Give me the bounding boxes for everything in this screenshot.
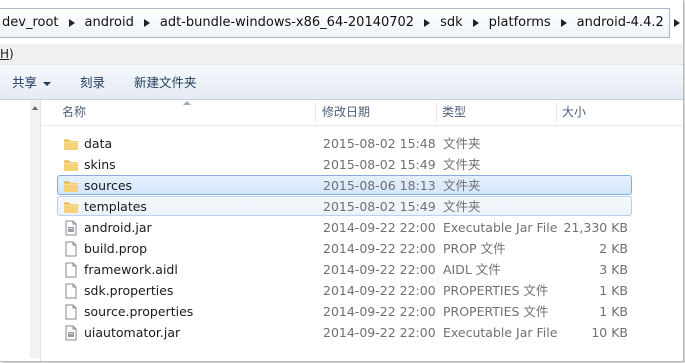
scroll-up-arrow-icon[interactable] <box>32 106 38 110</box>
folder-icon <box>63 199 79 215</box>
folder-icon <box>63 157 79 173</box>
file-row[interactable]: android.jar 2014-09-22 22:00 Executable Ja… <box>57 217 632 237</box>
column-size[interactable]: 大小 <box>562 100 586 125</box>
breadcrumb-adt-bundle[interactable]: adt-bundle-windows-x86_64-20140702 <box>155 9 419 37</box>
command-toolbar: 共享 刻录 新建文件夹 <box>0 64 683 100</box>
file-type: Executable Jar File <box>443 220 558 235</box>
menu-bar: H) <box>0 44 683 64</box>
file-type: 文件夹 <box>443 199 481 214</box>
file-icon <box>63 283 79 299</box>
file-type: 文件夹 <box>443 136 481 151</box>
chevron-right-icon[interactable] <box>556 9 572 37</box>
explorer-window: dev_root android adt-bundle-windows-x86_… <box>0 0 684 362</box>
file-size: 2 KB <box>599 241 628 256</box>
file-name: templates <box>84 199 147 214</box>
column-header: 名称 修改日期 类型 大小 <box>41 100 683 126</box>
jar-icon <box>63 220 79 236</box>
file-date: 2015-08-02 15:49 <box>323 157 436 172</box>
navigation-scrollbar[interactable] <box>30 100 40 358</box>
file-size: 1 KB <box>599 283 628 298</box>
file-name: source.properties <box>84 304 194 319</box>
file-size: 21,330 KB <box>563 220 628 235</box>
file-row[interactable]: uiautomator.jar 2014-09-22 22:00 Executabl… <box>57 322 632 342</box>
file-date: 2015-08-02 15:48 <box>323 136 436 151</box>
file-date: 2015-08-06 18:13 <box>323 178 436 193</box>
share-label: 共享 <box>12 75 38 90</box>
file-icon <box>63 304 79 320</box>
file-type: PROPERTIES 文件 <box>443 304 549 319</box>
chevron-right-icon[interactable] <box>419 9 435 37</box>
file-date: 2014-09-22 22:00 <box>323 241 436 256</box>
file-name: android.jar <box>84 220 152 235</box>
file-size: 3 KB <box>599 262 628 277</box>
file-type: AIDL 文件 <box>443 262 501 277</box>
file-icon <box>63 241 79 257</box>
file-date: 2014-09-22 22:00 <box>323 283 436 298</box>
file-date: 2014-09-22 22:00 <box>323 325 436 340</box>
menu-help[interactable]: H) <box>0 47 14 61</box>
chevron-right-icon[interactable] <box>669 9 683 37</box>
file-type: PROP 文件 <box>443 241 506 256</box>
chevron-right-icon[interactable] <box>139 9 155 37</box>
file-name: skins <box>84 157 116 172</box>
column-divider[interactable] <box>315 103 316 122</box>
file-row[interactable]: build.prop 2014-09-22 22:00 PROP 文件 2 KB <box>57 238 632 258</box>
breadcrumb-android-4-4-2[interactable]: android-4.4.2 <box>572 9 669 37</box>
file-type: Executable Jar File <box>443 325 558 340</box>
breadcrumb-android[interactable]: android <box>80 9 139 37</box>
file-date: 2015-08-02 15:49 <box>323 199 436 214</box>
file-date: 2014-09-22 22:00 <box>323 262 436 277</box>
file-name: sdk.properties <box>84 283 174 298</box>
breadcrumb-platforms[interactable]: platforms <box>484 9 556 37</box>
file-row[interactable]: sdk.properties 2014-09-22 22:00 PROPERTIES… <box>57 280 632 300</box>
burn-button[interactable]: 刻录 <box>80 65 105 101</box>
file-row[interactable]: templates 2015-08-02 15:49 文件夹 <box>57 196 632 216</box>
new-folder-button[interactable]: 新建文件夹 <box>134 65 197 101</box>
folder-icon <box>63 178 79 194</box>
file-size: 1 KB <box>599 304 628 319</box>
file-type: PROPERTIES 文件 <box>443 283 549 298</box>
file-row[interactable]: framework.aidl 2014-09-22 22:00 AIDL 文件 3 K… <box>57 259 632 279</box>
breadcrumb: dev_root android adt-bundle-windows-x86_… <box>0 9 683 37</box>
file-row[interactable]: data 2015-08-02 15:48 文件夹 <box>57 133 632 153</box>
dropdown-arrow-icon <box>43 81 52 86</box>
breadcrumb-sdk[interactable]: sdk <box>435 9 468 37</box>
file-type: 文件夹 <box>443 157 481 172</box>
file-date: 2014-09-22 22:00 <box>323 304 436 319</box>
breadcrumb-dev-root[interactable]: dev_root <box>0 9 64 37</box>
file-name: build.prop <box>84 241 148 256</box>
jar-icon <box>63 325 79 341</box>
column-divider[interactable] <box>436 103 437 122</box>
column-date[interactable]: 修改日期 <box>322 100 370 125</box>
column-divider[interactable] <box>556 103 557 122</box>
file-date: 2014-09-22 22:00 <box>323 220 436 235</box>
file-row[interactable]: source.properties 2014-09-22 22:00 PROPERT… <box>57 301 632 321</box>
file-name: framework.aidl <box>84 262 178 277</box>
file-name: uiautomator.jar <box>84 325 181 340</box>
sort-ascending-icon <box>183 101 191 105</box>
share-button[interactable]: 共享 <box>12 65 52 101</box>
column-name[interactable]: 名称 <box>62 100 86 125</box>
file-icon <box>63 262 79 278</box>
file-size: 10 KB <box>591 325 628 340</box>
file-type: 文件夹 <box>443 178 481 193</box>
file-row[interactable]: sources 2015-08-06 18:13 文件夹 <box>57 175 632 195</box>
address-bar[interactable]: dev_root android adt-bundle-windows-x86_… <box>0 8 680 38</box>
chevron-right-icon[interactable] <box>468 9 484 37</box>
chevron-right-icon[interactable] <box>64 9 80 37</box>
column-type[interactable]: 类型 <box>442 100 466 125</box>
file-name: data <box>84 136 113 151</box>
folder-icon <box>63 136 79 152</box>
file-row[interactable]: skins 2015-08-02 15:49 文件夹 <box>57 154 632 174</box>
file-name: sources <box>84 178 133 193</box>
